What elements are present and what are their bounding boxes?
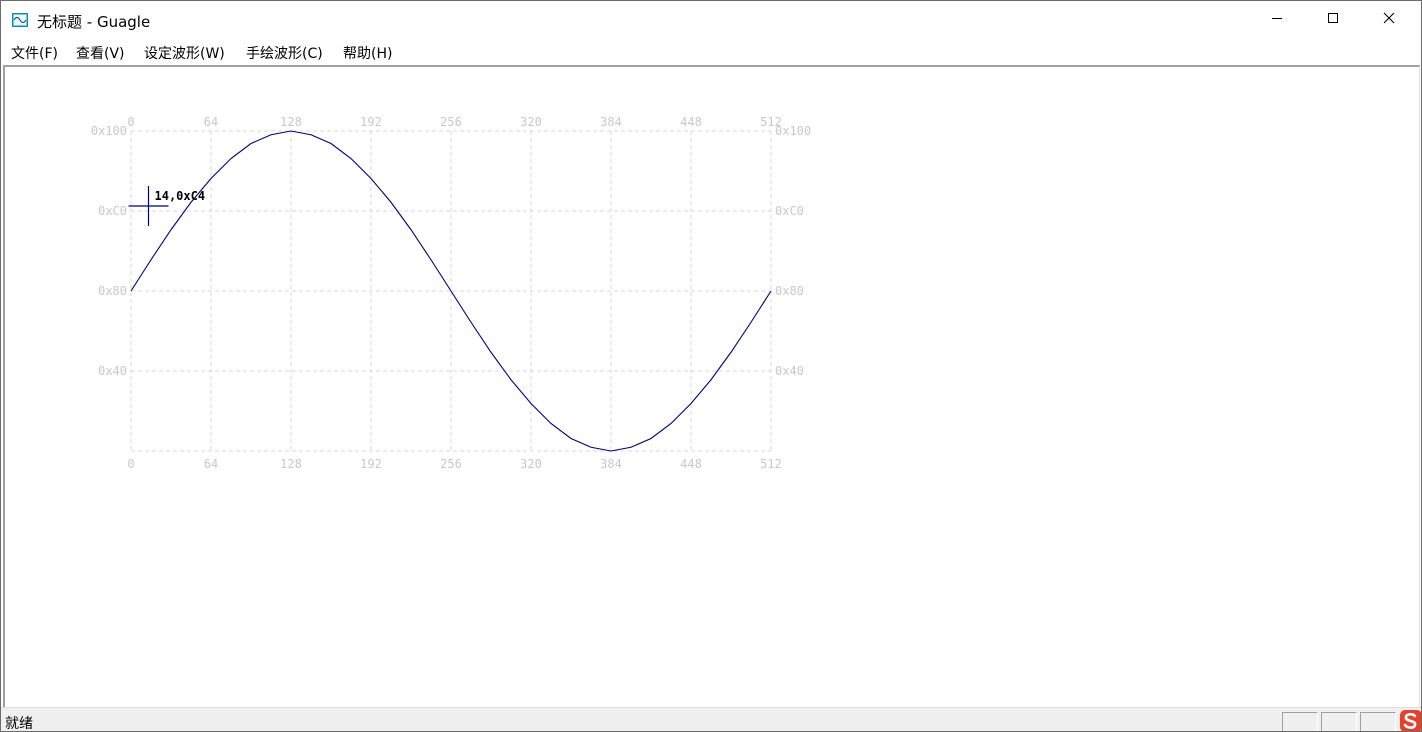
maximize-button[interactable] xyxy=(1305,1,1360,39)
minimize-button[interactable] xyxy=(1249,1,1304,39)
x-tick-label-bottom: 64 xyxy=(204,457,218,471)
status-bar: 就绪 xyxy=(1,707,1421,732)
x-tick-label-top: 320 xyxy=(520,115,542,129)
waveform-chart[interactable]: 0 0 64 64 128 128 192 192 256 256 320 320 384 384 448 4… xyxy=(5,67,1419,708)
x-tick-label-top: 0 xyxy=(127,115,134,129)
waveform-line xyxy=(130,130,772,452)
x-tick-label-bottom: 256 xyxy=(440,457,462,471)
window-title: 无标题 - Guagle xyxy=(37,13,151,31)
x-tick-label-top: 128 xyxy=(280,115,302,129)
waveform-app-icon[interactable] xyxy=(12,12,28,28)
menu-help[interactable]: 帮助(H) xyxy=(343,43,392,63)
x-tick-label-top: 448 xyxy=(680,115,702,129)
cursor-readout: 14,0xC4 xyxy=(155,189,206,203)
app-window: 无标题 - Guagle 文件(F) 查看(V) 设定波形(W) 手绘波形(C)… xyxy=(0,0,1422,732)
x-tick-label-bottom: 128 xyxy=(280,457,302,471)
maximize-icon xyxy=(1327,12,1339,28)
x-tick-label-bottom: 0 xyxy=(127,457,134,471)
sogou-ime-icon[interactable] xyxy=(1399,707,1421,731)
y-tick-label-left: 0x40 xyxy=(98,364,127,378)
x-tick-label-top: 192 xyxy=(360,115,382,129)
y-tick-label-left: 0x80 xyxy=(98,284,127,298)
close-icon xyxy=(1383,12,1395,28)
waveform-canvas[interactable]: 0 0 64 64 128 128 192 192 256 256 320 320 384 384 448 4… xyxy=(3,65,1420,708)
menu-file[interactable]: 文件(F) xyxy=(11,43,58,63)
y-tick-label-right: 0x40 xyxy=(775,364,804,378)
menu-bar: 文件(F) 查看(V) 设定波形(W) 手绘波形(C) 帮助(H) xyxy=(1,39,1421,65)
x-tick-label-bottom: 384 xyxy=(600,457,622,471)
close-button[interactable] xyxy=(1361,1,1416,39)
x-tick-label-top: 384 xyxy=(600,115,622,129)
x-tick-label-top: 256 xyxy=(440,115,462,129)
status-pane-1 xyxy=(1282,712,1318,731)
y-tick-label-left: 0x100 xyxy=(91,124,127,138)
y-tick-label-right: 0x80 xyxy=(775,284,804,298)
x-tick-label-top: 64 xyxy=(204,115,218,129)
status-pane-2 xyxy=(1321,712,1357,731)
menu-view[interactable]: 查看(V) xyxy=(76,43,125,63)
x-tick-label-bottom: 448 xyxy=(680,457,702,471)
x-tick-label-bottom: 320 xyxy=(520,457,542,471)
minimize-icon xyxy=(1271,12,1283,28)
menu-set-waveform[interactable]: 设定波形(W) xyxy=(144,43,225,63)
x-tick-label-bottom: 192 xyxy=(360,457,382,471)
x-tick-label-bottom: 512 xyxy=(760,457,782,471)
y-tick-label-right: 0xC0 xyxy=(775,204,804,218)
y-tick-label-right: 0x100 xyxy=(775,124,811,138)
status-pane-3 xyxy=(1360,712,1396,731)
status-text: 就绪 xyxy=(5,716,33,732)
menu-draw-waveform[interactable]: 手绘波形(C) xyxy=(246,43,323,63)
title-bar[interactable]: 无标题 - Guagle xyxy=(1,1,1421,39)
y-tick-label-left: 0xC0 xyxy=(98,204,127,218)
